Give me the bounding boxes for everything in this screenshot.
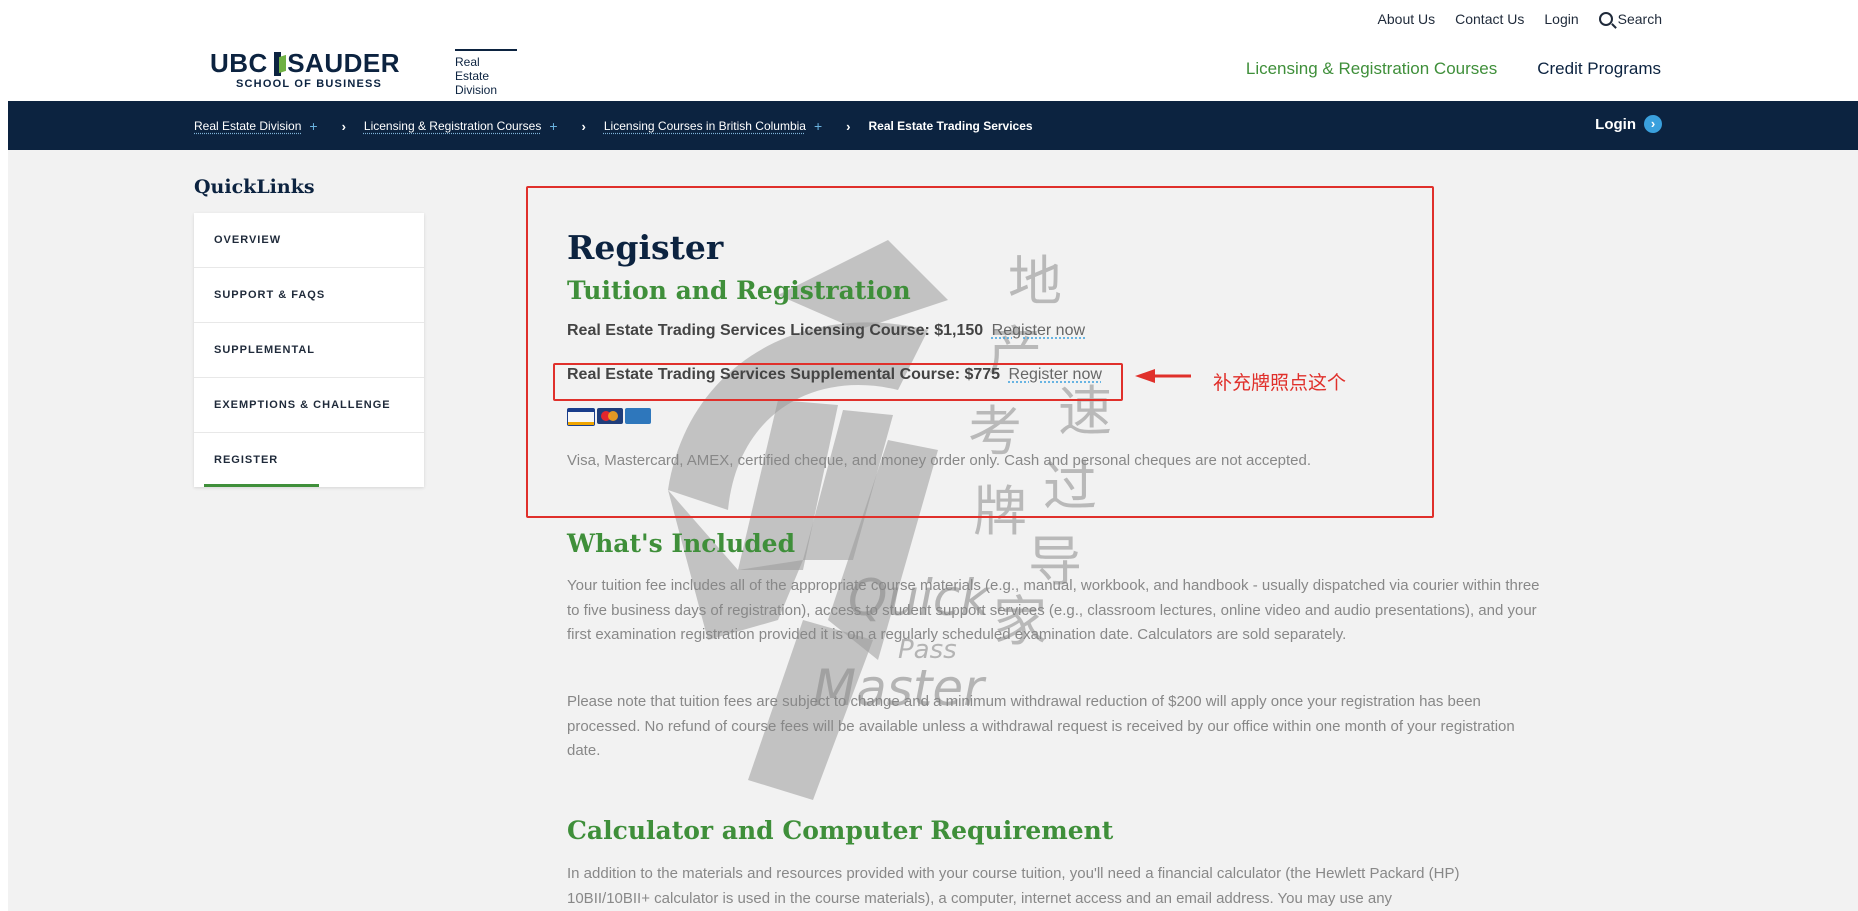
breadcrumb-bc-courses[interactable]: Licensing Courses in British Columbia [604,119,806,133]
logo-ubc: UBC [210,48,268,78]
quicklink-supplemental[interactable]: SUPPLEMENTAL [194,323,424,378]
annotation-box-supplemental [553,363,1123,401]
login-label: Login [1595,115,1636,133]
quicklink-register[interactable]: REGISTER [194,433,424,487]
logo-school: SCHOOL OF BUSINESS [236,78,383,90]
utility-login-link[interactable]: Login [1544,11,1578,27]
plus-icon[interactable]: + [309,118,317,134]
division-label[interactable]: Real Estate Division [455,49,517,97]
quicklink-support-faqs[interactable]: SUPPORT & FAQS [194,268,424,323]
plus-icon[interactable]: + [814,118,822,134]
annotation-text: 补充牌照点这个 [1213,373,1347,394]
logo-mark-icon [273,51,282,76]
about-us-link[interactable]: About Us [1378,11,1436,27]
quicklinks-title: QuickLinks [194,176,315,198]
main-nav: Licensing & Registration Courses Credit … [1246,59,1661,79]
search-icon [1598,12,1613,26]
search-button[interactable]: Search [1598,11,1662,27]
search-label: Search [1617,11,1662,27]
nav-licensing-courses[interactable]: Licensing & Registration Courses [1246,59,1497,79]
login-button[interactable]: Login › [1595,115,1662,133]
utility-links: About Us Contact Us Login Search [1378,11,1662,27]
ubc-sauder-logo[interactable]: UBC SAUDER SCHOOL OF BUSINESS [210,48,400,90]
included-paragraph-1: Your tuition fee includes all of the app… [567,577,1540,643]
annotation-arrow-icon [1135,369,1191,383]
calculator-paragraph: In addition to the materials and resourc… [567,865,1460,907]
calculator-heading: Calculator and Computer Requirement [567,816,1114,845]
plus-icon[interactable]: + [549,118,557,134]
breadcrumb-current: Real Estate Trading Services [868,119,1033,133]
site-header: UBC SAUDER SCHOOL OF BUSINESS Real Estat… [0,36,1858,100]
breadcrumb-licensing-courses[interactable]: Licensing & Registration Courses [364,119,541,133]
contact-us-link[interactable]: Contact Us [1455,11,1524,27]
chevron-right-icon: › [581,118,586,134]
utility-bar: About Us Contact Us Login Search [0,0,1858,37]
quicklinks-menu: OVERVIEW SUPPORT & FAQS SUPPLEMENTAL EXE… [194,213,424,487]
whats-included-heading: What's Included [567,529,796,558]
chevron-right-icon: › [341,118,346,134]
division-line1: Real Estate [455,55,490,83]
quicklink-exemptions[interactable]: EXEMPTIONS & CHALLENGE [194,378,424,433]
included-paragraph-2: Please note that tuition fees are subjec… [567,693,1515,759]
breadcrumb-real-estate-division[interactable]: Real Estate Division [194,119,301,133]
arrow-right-icon: › [1644,115,1662,133]
breadcrumb: Real Estate Division + › Licensing & Reg… [194,118,1033,134]
quicklink-overview[interactable]: OVERVIEW [194,213,424,268]
annotation-box-register [526,186,1434,518]
division-line2: Division [455,83,498,97]
chevron-right-icon: › [846,118,851,134]
nav-credit-programs[interactable]: Credit Programs [1537,59,1661,79]
breadcrumb-bar: Real Estate Division + › Licensing & Reg… [8,101,1858,150]
logo-sauder: SAUDER [287,48,400,78]
